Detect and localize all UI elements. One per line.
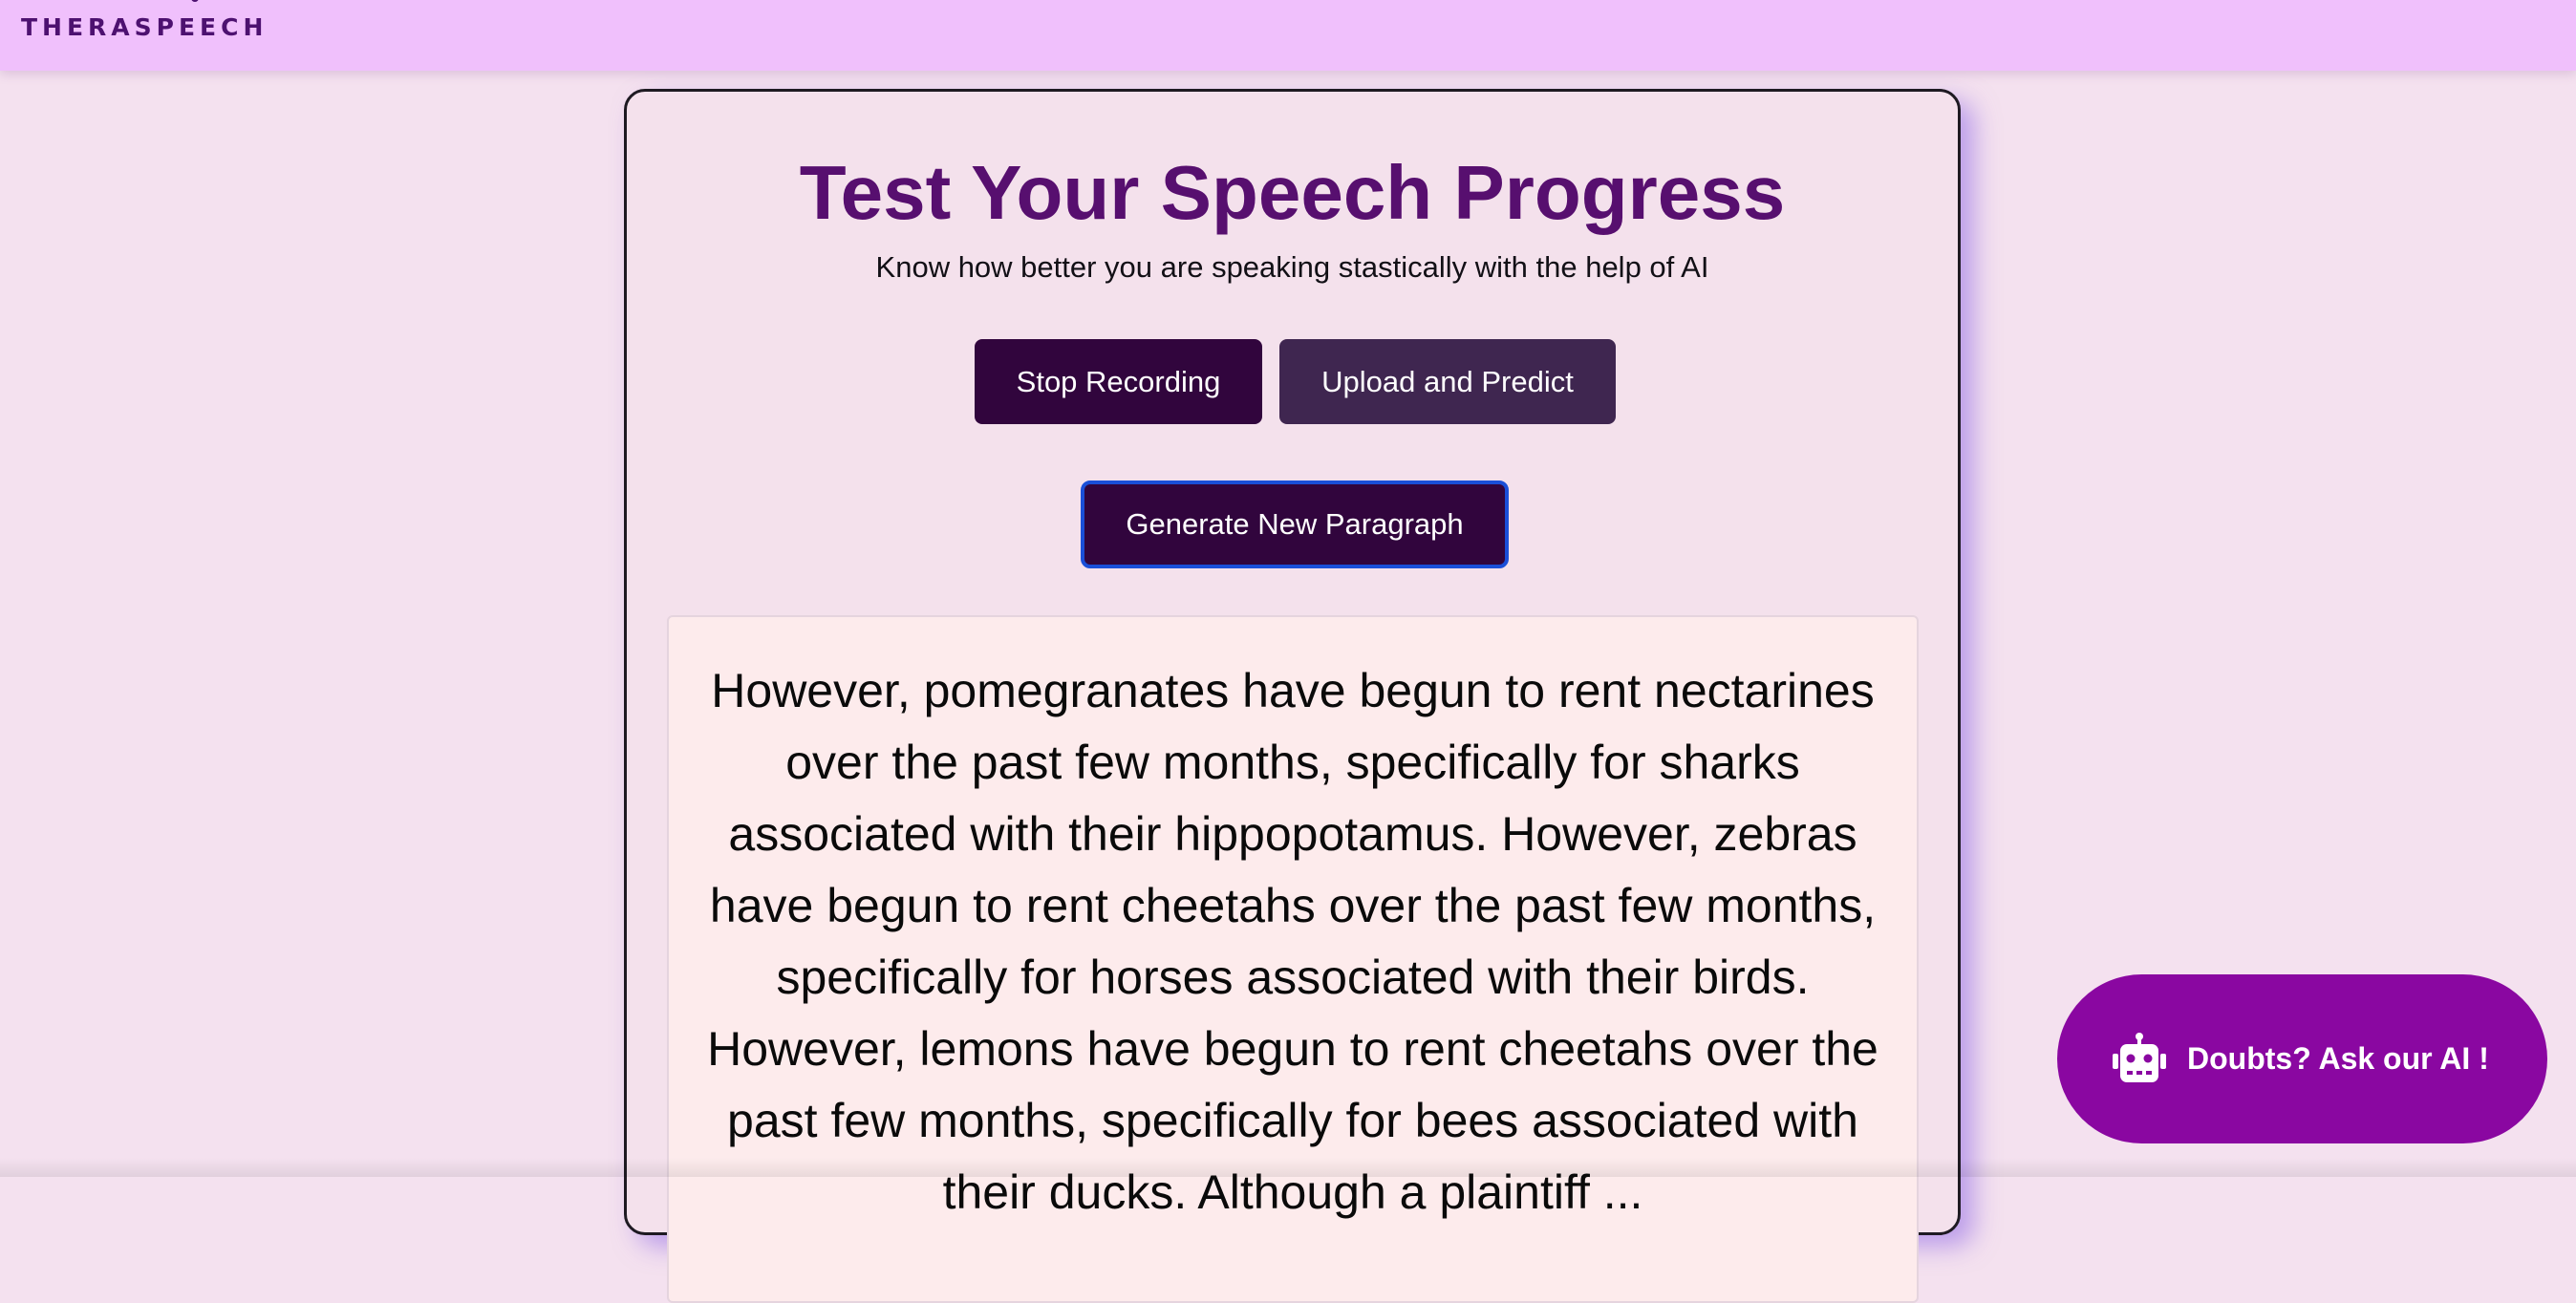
robot-icon <box>2111 1032 2168 1086</box>
upload-and-predict-button[interactable]: Upload and Predict <box>1279 339 1616 424</box>
generate-new-paragraph-button[interactable]: Generate New Paragraph <box>1081 481 1509 568</box>
reading-paragraph-box: However, pomegranates have begun to rent… <box>667 615 1919 1303</box>
top-navigation-bar: THERASPEECH <box>0 0 2576 71</box>
stop-recording-button[interactable]: Stop Recording <box>975 339 1262 424</box>
page-title: Test Your Speech Progress <box>799 150 1786 235</box>
ask-ai-chat-button[interactable]: Doubts? Ask our AI ! <box>2057 974 2547 1143</box>
page-subtitle: Know how better you are speaking stastic… <box>875 250 1709 284</box>
brand-logo[interactable]: THERASPEECH <box>21 13 268 42</box>
brand-logo-mark <box>191 0 199 2</box>
ask-ai-label: Doubts? Ask our AI ! <box>2187 1041 2489 1076</box>
speech-test-card: Test Your Speech Progress Know how bette… <box>624 89 1961 1303</box>
reading-paragraph-text: However, pomegranates have begun to rent… <box>707 664 1878 1219</box>
